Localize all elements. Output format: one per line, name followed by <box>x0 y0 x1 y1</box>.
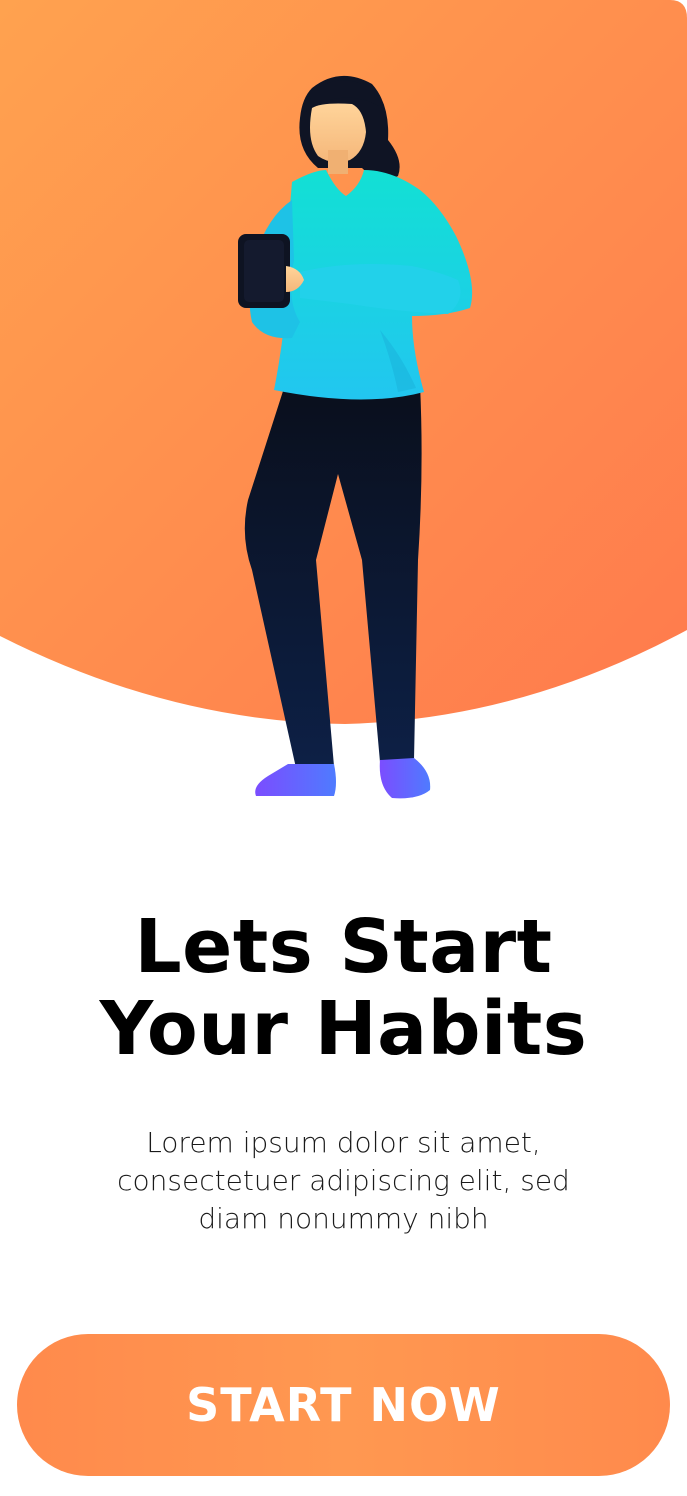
onboarding-screen: Lets Start Your Habits Lorem ipsum dolor… <box>0 0 687 1496</box>
start-now-button[interactable]: START NOW <box>17 1334 670 1476</box>
pants <box>244 384 422 768</box>
title-line-2: Your Habits <box>99 986 588 1072</box>
woman-holding-phone-illustration <box>238 75 473 799</box>
shoes <box>255 758 431 799</box>
title-line-1: Lets Start <box>134 904 553 990</box>
page-title: Lets Start Your Habits <box>0 906 687 1070</box>
description-text: Lorem ipsum dolor sit amet, consectetuer… <box>117 1126 570 1235</box>
